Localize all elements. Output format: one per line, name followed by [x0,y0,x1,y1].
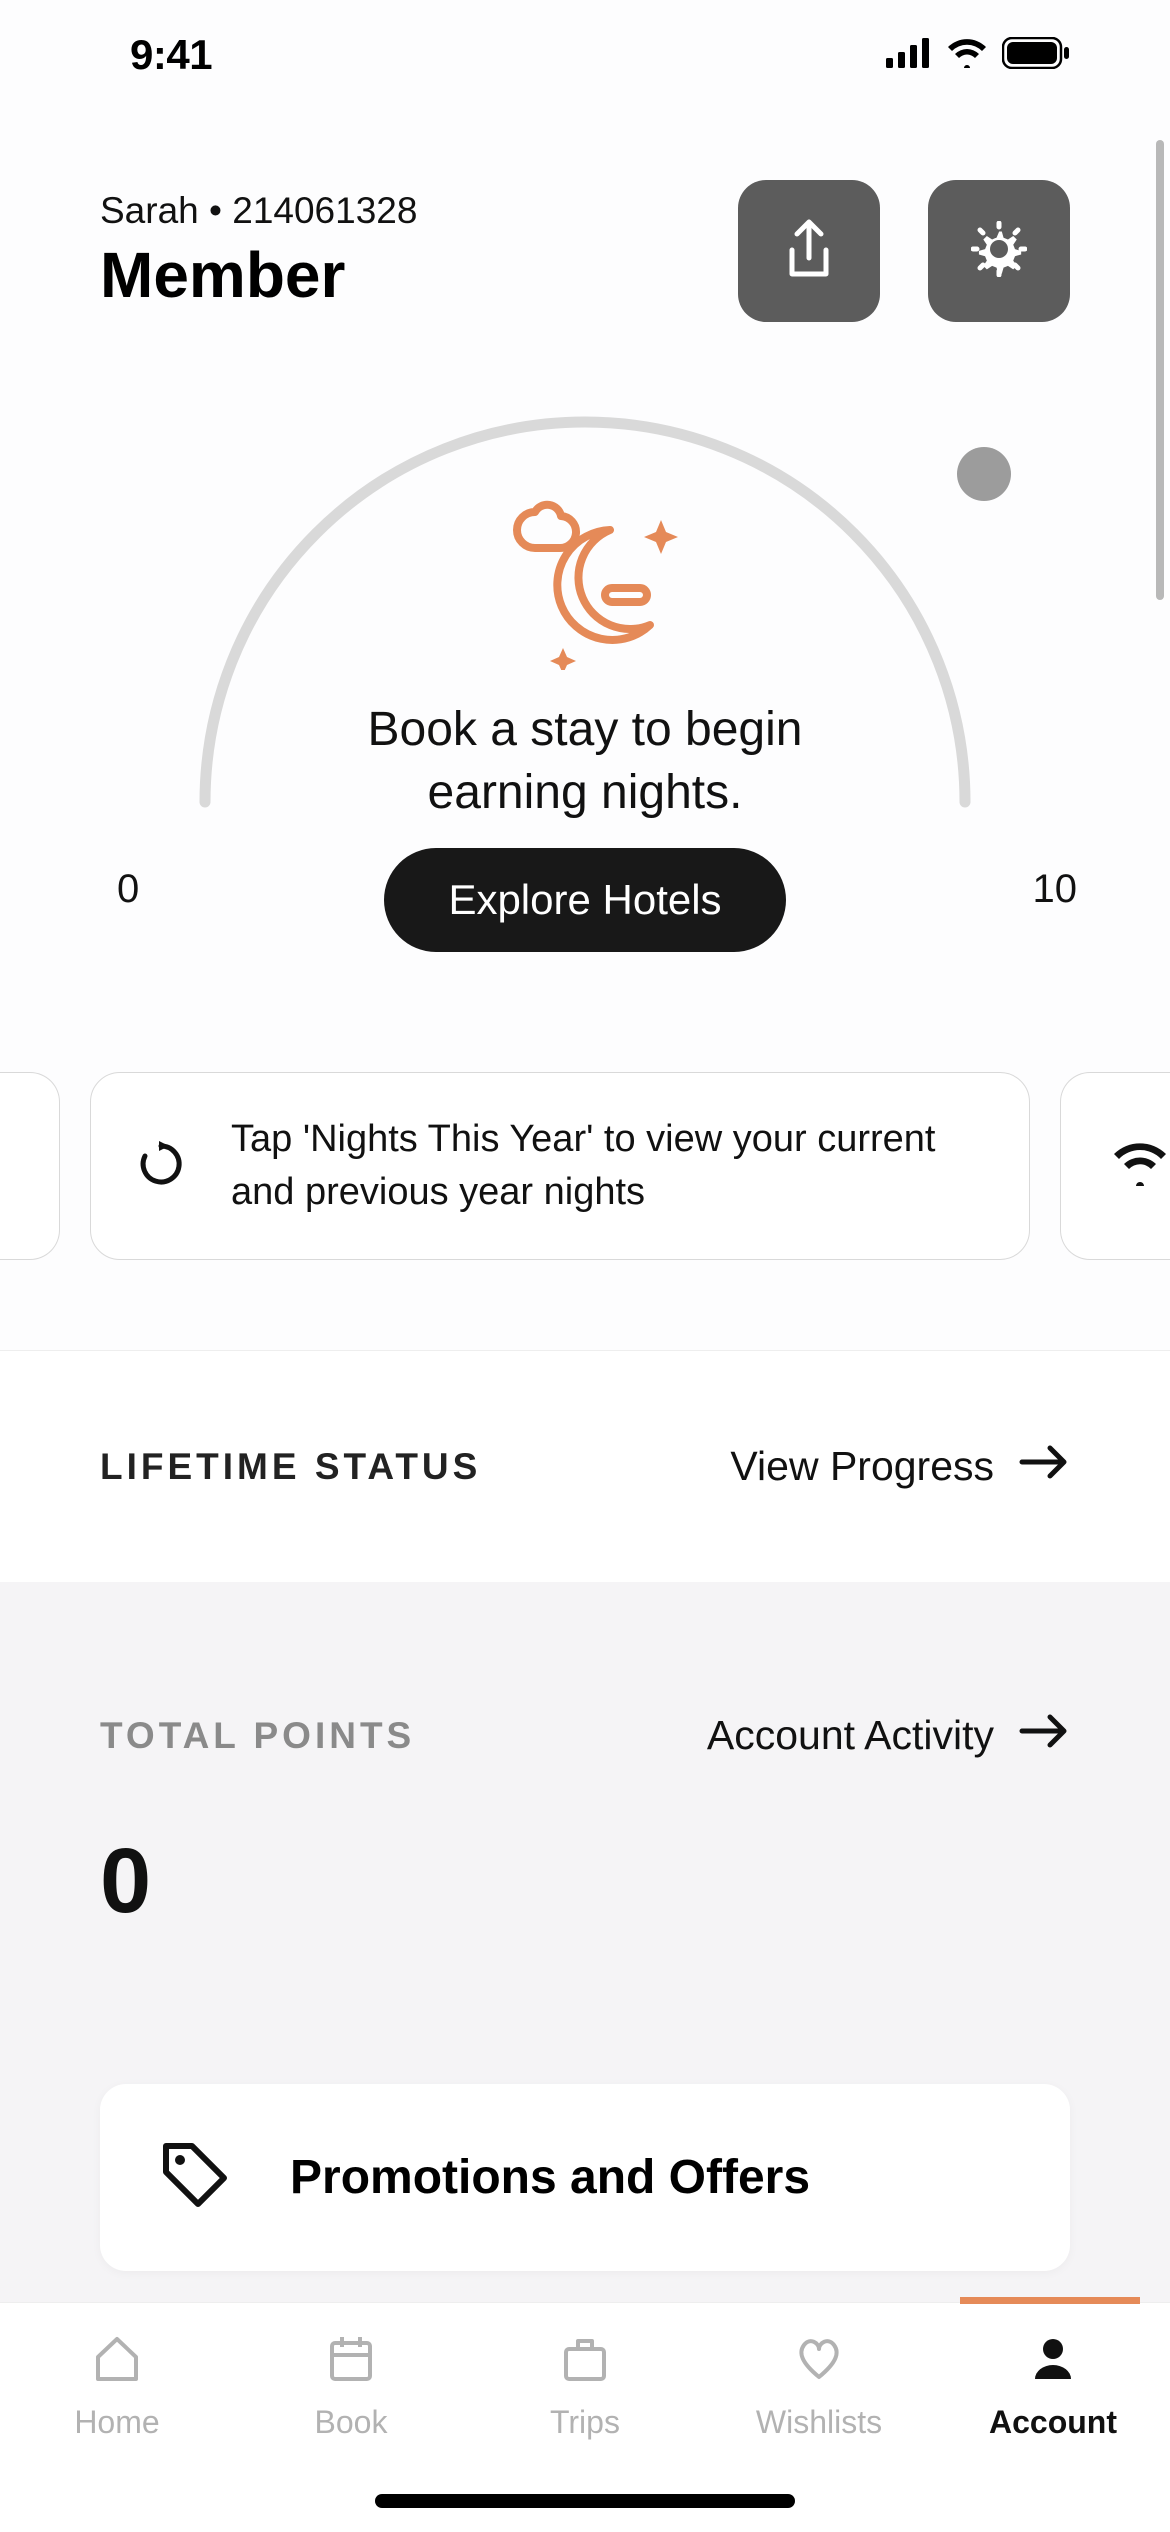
promotions-card[interactable]: Promotions and Offers [100,2084,1070,2271]
battery-icon [1002,37,1070,74]
member-name: Sarah [100,190,199,231]
account-header: Sarah • 214061328 Member [0,110,1170,322]
tip-text: Tap 'Nights This Year' to view your curr… [231,1113,985,1219]
gauge-max: 10 [1033,867,1078,912]
tip-card-prev[interactable] [0,1072,60,1260]
explore-hotels-button[interactable]: Explore Hotels [384,848,785,952]
status-time: 9:41 [130,31,212,79]
member-id: 214061328 [232,190,417,231]
share-icon [780,218,838,285]
wifi-icon [946,38,988,73]
lifetime-status-label: Lifetime Status [100,1446,481,1488]
gear-icon [971,221,1027,282]
wifi-icon [1110,1142,1170,1191]
tip-carousel[interactable]: Tap 'Nights This Year' to view your curr… [0,1072,1170,1260]
member-tier: Member [100,238,417,312]
gauge-min: 0 [117,867,139,912]
lifetime-status-row[interactable]: Lifetime Status View Progress [0,1350,1170,1582]
user-icon [1026,2331,1080,2390]
total-points-label: Total Points [100,1715,415,1757]
points-value: 0 [100,1829,1070,1934]
arrow-right-icon [1018,1712,1070,1759]
cellular-signal-icon [886,38,932,73]
status-bar: 9:41 [0,0,1170,110]
settings-button[interactable] [928,180,1070,322]
refresh-icon [135,1138,187,1195]
view-progress-link[interactable]: View Progress [730,1443,1070,1490]
member-id-line: Sarah • 214061328 [100,190,417,232]
home-indicator[interactable] [375,2494,795,2508]
status-indicators [886,37,1070,74]
arrow-right-icon [1018,1443,1070,1490]
home-icon [90,2331,144,2390]
tag-icon [156,2136,234,2219]
share-button[interactable] [738,180,880,322]
calendar-icon [324,2331,378,2390]
promotions-title: Promotions and Offers [290,2148,810,2208]
tab-account[interactable]: Account [936,2303,1170,2532]
tip-card-next[interactable] [1060,1072,1170,1260]
suitcase-icon [558,2331,612,2390]
tab-home[interactable]: Home [0,2303,234,2532]
gauge-arc [175,392,995,832]
scroll-indicator[interactable] [1156,140,1164,600]
account-activity-link[interactable]: Account Activity [707,1712,1070,1759]
gauge-marker [957,447,1011,501]
nights-gauge: 0 10 Book a stay to begin earning nights… [135,392,1035,952]
heart-icon [792,2331,846,2390]
tip-card[interactable]: Tap 'Nights This Year' to view your curr… [90,1072,1030,1260]
